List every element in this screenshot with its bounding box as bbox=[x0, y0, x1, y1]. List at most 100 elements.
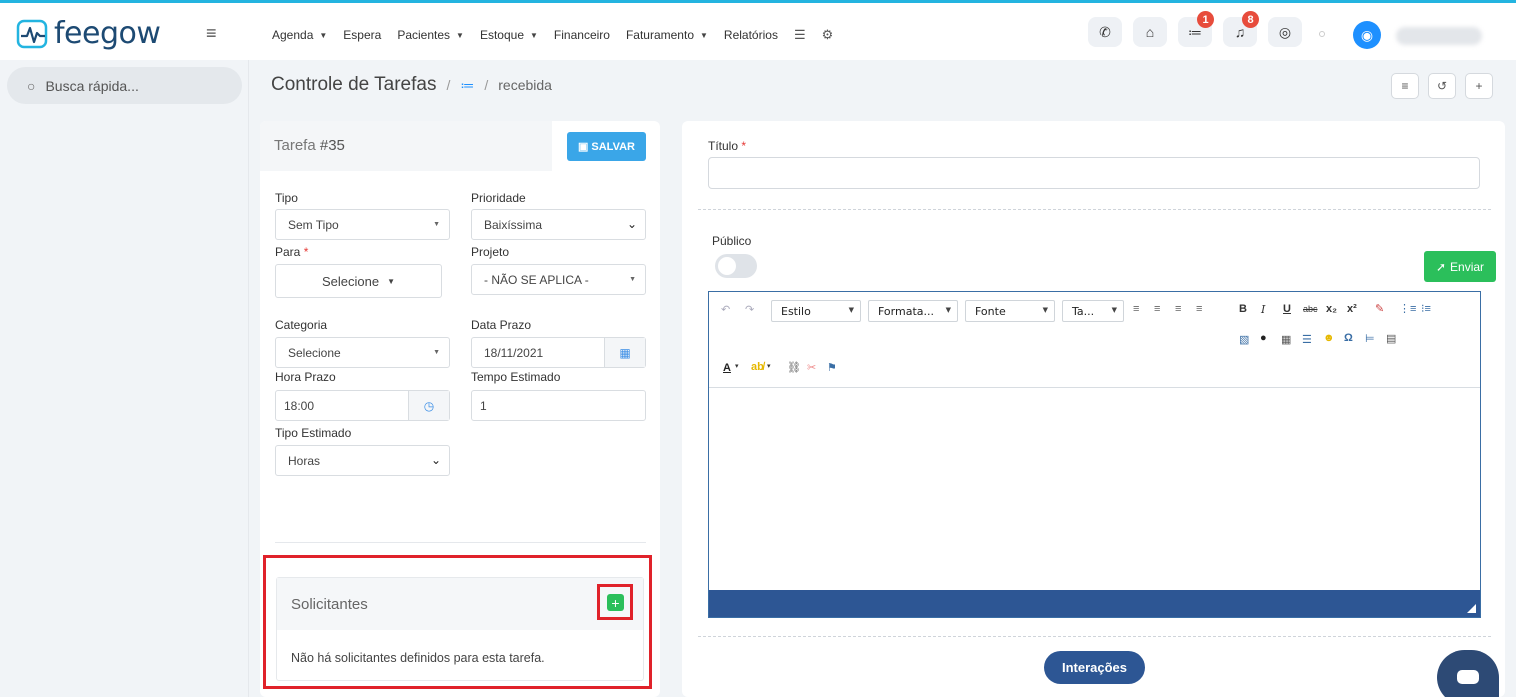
categoria-label: Categoria bbox=[275, 318, 328, 332]
format-combo[interactable]: Formata... ▼ bbox=[868, 300, 958, 322]
notifications-button[interactable]: ♫ 8 bbox=[1223, 11, 1259, 47]
tipo-estimado-select[interactable]: Horas ⌄ bbox=[275, 445, 450, 476]
logo[interactable]: feegow bbox=[16, 19, 161, 49]
text-color-icon[interactable]: A bbox=[723, 362, 731, 374]
send-button[interactable]: ➚ Enviar bbox=[1424, 251, 1496, 282]
undo-icon[interactable]: ↶ bbox=[721, 303, 730, 316]
prioridade-label: Prioridade bbox=[471, 191, 526, 205]
flash-icon[interactable]: ● bbox=[1260, 332, 1267, 344]
redo-icon[interactable]: ↷ bbox=[745, 303, 754, 316]
phone-icon: ✆ bbox=[1099, 23, 1111, 40]
clock-icon[interactable]: ◷ bbox=[408, 391, 449, 420]
caret-down-icon[interactable]: ▾ bbox=[735, 362, 739, 370]
caret-down-icon: ▼ bbox=[319, 30, 328, 40]
tipo-select[interactable]: Sem Tipo ▼ bbox=[275, 209, 450, 240]
tempo-estimado-input[interactable]: 1 bbox=[471, 390, 646, 421]
gear-icon[interactable]: ⚙ bbox=[822, 27, 834, 43]
top-navbar: feegow ≡ Agenda ▼ Espera Pacientes ▼ Estoq… bbox=[0, 3, 1516, 60]
database-icon[interactable]: ☰ bbox=[794, 27, 806, 43]
phone-button[interactable]: ✆ bbox=[1088, 17, 1122, 47]
align-center-icon[interactable]: ≡ bbox=[1154, 303, 1160, 315]
special-char-icon[interactable]: Ω bbox=[1344, 332, 1353, 344]
caret-down-icon: ▼ bbox=[945, 306, 951, 314]
list-icon: ≡ bbox=[1401, 79, 1409, 93]
nav-item-pacientes[interactable]: Pacientes ▼ bbox=[397, 27, 464, 43]
font-combo[interactable]: Fonte ▼ bbox=[965, 300, 1055, 322]
titulo-label: Título * bbox=[708, 139, 747, 153]
nav-item-espera[interactable]: Espera bbox=[343, 27, 381, 43]
caret-down-icon: ▼ bbox=[530, 30, 538, 40]
search-input[interactable]: ○ Busca rápida... bbox=[7, 67, 242, 104]
subscript-icon[interactable]: x₂ bbox=[1326, 303, 1337, 315]
breadcrumb-current: recebida bbox=[498, 77, 552, 93]
page-title: Controle de Tarefas bbox=[271, 74, 437, 95]
caret-down-icon: ▼ bbox=[848, 306, 854, 314]
prioridade-select[interactable]: Baixíssima ⌄ bbox=[471, 209, 646, 240]
nav-item-financeiro[interactable]: Financeiro bbox=[554, 27, 610, 43]
tipo-estimado-label: Tipo Estimado bbox=[275, 426, 352, 440]
menu-toggle-icon[interactable]: ≡ bbox=[206, 23, 217, 44]
tasks-button[interactable]: ≔ 1 bbox=[1178, 11, 1214, 47]
image-icon[interactable]: ▧ bbox=[1239, 333, 1249, 346]
search-icon: ○ bbox=[27, 77, 36, 94]
save-button[interactable]: ▣ SALVAR bbox=[567, 132, 646, 161]
nav-item-estoque[interactable]: Estoque ▼ bbox=[480, 27, 538, 43]
table-icon[interactable]: ▦ bbox=[1281, 333, 1291, 346]
tempo-estimado-label: Tempo Estimado bbox=[471, 370, 561, 384]
status-dot bbox=[1319, 31, 1325, 37]
italic-icon[interactable]: I bbox=[1261, 303, 1265, 316]
breadcrumb: Controle de Tarefas / ≔ / recebida bbox=[271, 74, 552, 95]
titulo-input[interactable] bbox=[708, 157, 1480, 189]
nav-item-faturamento[interactable]: Faturamento ▼ bbox=[626, 27, 708, 43]
strikethrough-icon[interactable]: abc bbox=[1303, 304, 1318, 314]
list-view-button[interactable]: ≡ bbox=[1391, 73, 1419, 99]
projeto-select[interactable]: - NÃO SE APLICA - ▼ bbox=[471, 264, 646, 295]
horizontal-line-icon[interactable]: ☰ bbox=[1302, 333, 1312, 346]
bell-icon: ♫ bbox=[1234, 24, 1246, 40]
nav-item-relatorios[interactable]: Relatórios bbox=[724, 27, 778, 43]
bullet-list-icon[interactable]: ⁝≡ bbox=[1421, 302, 1431, 315]
numbered-list-icon[interactable]: ⋮≡ bbox=[1399, 302, 1416, 315]
para-select-button[interactable]: Selecione ▼ bbox=[275, 264, 442, 298]
caret-down-icon: ▼ bbox=[387, 276, 396, 286]
avatar[interactable]: ◉ bbox=[1353, 21, 1381, 49]
remove-format-icon[interactable]: ✎ bbox=[1375, 302, 1384, 315]
chat-widget-icon[interactable] bbox=[1437, 650, 1499, 697]
resize-handle-icon[interactable] bbox=[1467, 604, 1476, 613]
bold-icon[interactable]: B bbox=[1239, 303, 1247, 315]
smiley-icon[interactable]: ☻ bbox=[1323, 332, 1335, 344]
page-break-icon[interactable]: ⊨ bbox=[1365, 332, 1375, 345]
para-label: Para * bbox=[275, 245, 309, 259]
categoria-select[interactable]: Selecione ▼ bbox=[275, 337, 450, 368]
history-button[interactable]: ↺ bbox=[1428, 73, 1456, 99]
highlight-color-icon[interactable]: ab̸ bbox=[751, 361, 764, 373]
interacoes-button[interactable]: Interações bbox=[1044, 651, 1145, 684]
underline-icon[interactable]: U bbox=[1283, 303, 1291, 315]
add-button[interactable]: + bbox=[1465, 73, 1493, 99]
caret-down-icon[interactable]: ▾ bbox=[767, 362, 771, 370]
publico-toggle[interactable] bbox=[715, 254, 757, 278]
anchor-flag-icon[interactable]: ⚑ bbox=[827, 361, 837, 374]
data-prazo-input[interactable]: 18/11/2021 ▦ bbox=[471, 337, 646, 368]
align-justify-icon[interactable]: ≡ bbox=[1196, 303, 1202, 315]
caret-down-icon: ▼ bbox=[700, 30, 708, 40]
highlight-box-solicitantes bbox=[263, 555, 652, 689]
style-combo[interactable]: Estilo ▼ bbox=[771, 300, 861, 322]
size-combo[interactable]: Ta... ▼ bbox=[1062, 300, 1124, 322]
chat-button[interactable]: ◎ bbox=[1268, 17, 1302, 47]
calendar-icon[interactable]: ▦ bbox=[604, 338, 645, 367]
username-blurred bbox=[1396, 27, 1482, 45]
inbox-icon: ⌂ bbox=[1145, 24, 1155, 40]
hora-prazo-input[interactable]: 18:00 ◷ bbox=[275, 390, 450, 421]
superscript-icon[interactable]: x² bbox=[1347, 303, 1357, 315]
align-right-icon[interactable]: ≡ bbox=[1175, 303, 1181, 315]
template-icon[interactable]: ▤ bbox=[1386, 332, 1396, 345]
nav-item-agenda[interactable]: Agenda ▼ bbox=[272, 27, 327, 43]
inbox-button[interactable]: ⌂ bbox=[1133, 17, 1167, 47]
link-icon[interactable]: ⛓ bbox=[787, 361, 801, 374]
unlink-icon[interactable]: ✂ bbox=[807, 361, 816, 374]
task-header: Tarefa #35 bbox=[260, 121, 552, 171]
task-list-icon[interactable]: ≔ bbox=[460, 77, 474, 94]
user-icon: ◉ bbox=[1360, 26, 1374, 43]
align-left-icon[interactable]: ≡ bbox=[1133, 303, 1139, 315]
